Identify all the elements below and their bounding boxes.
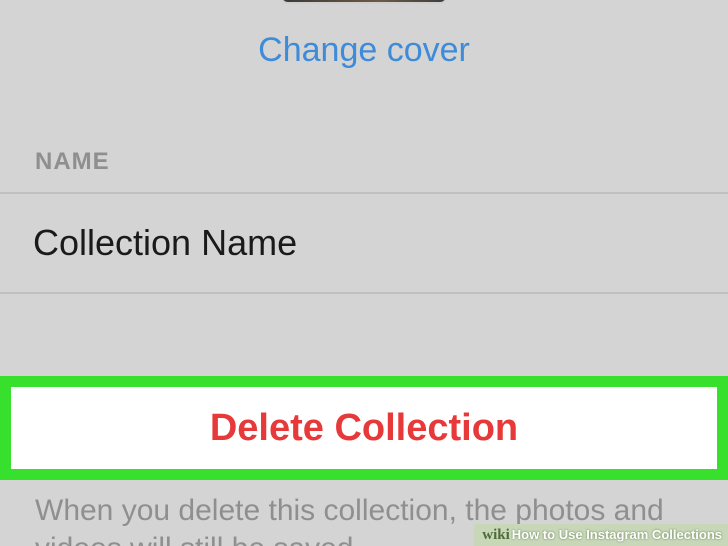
change-cover-button[interactable]: Change cover (0, 28, 728, 72)
wikihow-logo: wiki (482, 527, 510, 543)
delete-highlight-frame: Delete Collection (0, 376, 728, 480)
name-field-row (0, 192, 728, 294)
cover-image[interactable] (280, 0, 448, 4)
wikihow-watermark: wiki How to Use Instagram Collections (474, 524, 728, 546)
watermark-title: How to Use Instagram Collections (511, 527, 722, 542)
collection-name-input[interactable] (33, 216, 693, 270)
edit-collection-screen: Change cover NAME Delete Collection When… (0, 0, 728, 546)
delete-collection-button[interactable]: Delete Collection (11, 387, 717, 469)
name-section-label: NAME (35, 148, 110, 175)
